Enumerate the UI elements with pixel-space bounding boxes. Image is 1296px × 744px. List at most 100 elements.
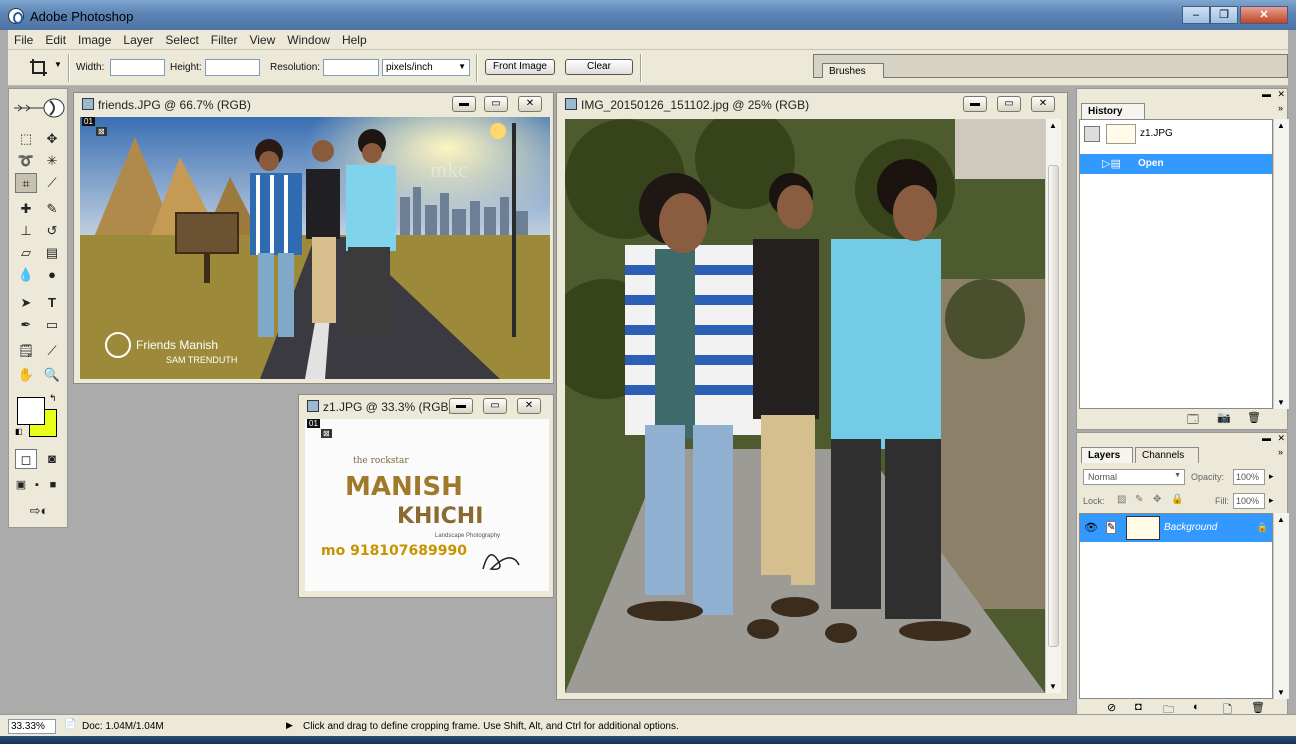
menu-edit[interactable]: Edit <box>39 30 72 47</box>
doc-maximize-button[interactable]: ▭ <box>484 96 508 112</box>
dodge-tool-icon[interactable]: ● <box>41 265 63 285</box>
opacity-input[interactable]: 100% <box>1233 469 1265 485</box>
swap-colors-icon[interactable]: ↰ <box>49 393 57 404</box>
tool-preset-dropdown-icon[interactable]: ▼ <box>54 60 62 69</box>
zoom-tool-icon[interactable]: 🔍 <box>41 365 63 385</box>
delete-state-icon[interactable]: 🗑 <box>1247 411 1261 424</box>
link-layers-icon[interactable]: ⊘ <box>1107 701 1116 714</box>
close-button[interactable]: ✕ <box>1240 6 1288 24</box>
layers-scrollbar[interactable]: ▲ ▼ <box>1273 513 1289 699</box>
doc-close-button[interactable]: ✕ <box>517 398 541 414</box>
menu-filter[interactable]: Filter <box>205 30 244 47</box>
marquee-tool-icon[interactable]: ⬚ <box>15 129 37 149</box>
doc-maximize-button[interactable]: ▭ <box>483 398 507 414</box>
new-adjustment-layer-icon[interactable]: ◐ <box>1193 701 1200 713</box>
fill-slider-icon[interactable]: ▸ <box>1269 495 1274 506</box>
doc-minimize-button[interactable]: ▬ <box>963 96 987 112</box>
scroll-up-icon[interactable]: ▲ <box>1049 121 1057 130</box>
notes-tool-icon[interactable]: 🗒 <box>15 341 37 361</box>
panel-minimize-icon[interactable]: ▬ <box>1262 433 1271 443</box>
shape-tool-icon[interactable]: ▭ <box>41 315 63 335</box>
full-screen-mode-icon[interactable]: ■ <box>45 475 61 495</box>
new-snapshot-icon[interactable]: 📷 <box>1217 411 1231 424</box>
history-scrollbar[interactable]: ▲ ▼ <box>1273 119 1289 409</box>
lock-position-icon[interactable]: ✥ <box>1153 494 1161 505</box>
feather-logo-icon[interactable] <box>12 97 66 119</box>
scroll-down-icon[interactable]: ▼ <box>1277 688 1285 697</box>
path-selection-tool-icon[interactable]: ➤ <box>15 293 37 313</box>
history-tab[interactable]: History <box>1081 103 1145 119</box>
fill-input[interactable]: 100% <box>1233 493 1265 509</box>
standard-mode-icon[interactable]: ◻ <box>15 449 37 469</box>
delete-layer-icon[interactable]: 🗑 <box>1251 701 1265 714</box>
document-info-icon[interactable]: 📄 <box>64 719 76 730</box>
vertical-scrollbar[interactable]: ▲ ▼ <box>1045 119 1061 693</box>
gradient-tool-icon[interactable]: ▤ <box>41 243 63 263</box>
crop-tool-preset-icon[interactable] <box>28 57 50 79</box>
width-input[interactable] <box>110 59 165 76</box>
panel-minimize-icon[interactable]: ▬ <box>1262 89 1271 99</box>
menu-layer[interactable]: Layer <box>117 30 159 47</box>
photo-image[interactable] <box>565 119 1045 693</box>
menu-view[interactable]: View <box>243 30 281 47</box>
pen-tool-icon[interactable]: ✒ <box>15 315 37 335</box>
doc-minimize-button[interactable]: ▬ <box>452 96 476 112</box>
restore-button[interactable]: ❐ <box>1210 6 1238 24</box>
panel-menu-icon[interactable]: » <box>1278 447 1283 457</box>
opacity-slider-icon[interactable]: ▸ <box>1269 471 1274 482</box>
panel-menu-icon[interactable]: » <box>1278 103 1283 113</box>
clear-button[interactable]: Clear <box>565 59 633 75</box>
scroll-thumb[interactable] <box>1048 165 1059 647</box>
menu-image[interactable]: Image <box>72 30 117 47</box>
eraser-tool-icon[interactable]: ▱ <box>15 243 37 263</box>
zoom-level-field[interactable]: 33.33% <box>8 719 56 734</box>
quick-mask-mode-icon[interactable]: ◙ <box>41 449 63 469</box>
history-item-open[interactable]: ▷▤ Open <box>1080 154 1272 174</box>
jump-to-imageready-icon[interactable]: ⇨◐ <box>15 501 63 521</box>
standard-screen-mode-icon[interactable]: ▣ <box>13 475 29 495</box>
scroll-down-icon[interactable]: ▼ <box>1049 682 1057 691</box>
lock-all-icon[interactable]: 🔒 <box>1171 494 1183 505</box>
height-input[interactable] <box>205 59 260 76</box>
panel-close-icon[interactable]: ✕ <box>1277 433 1285 444</box>
type-tool-icon[interactable]: T <box>41 293 63 313</box>
friends-image[interactable]: mkc Friends Manish SAM TRENDUTH <box>80 117 550 379</box>
lock-transparency-icon[interactable]: ▨ <box>1117 494 1126 505</box>
doc-close-button[interactable]: ✕ <box>518 96 542 112</box>
doc-maximize-button[interactable]: ▭ <box>997 96 1021 112</box>
snapshot-label[interactable]: z1.JPG <box>1140 128 1173 139</box>
lasso-tool-icon[interactable]: ➰ <box>15 151 37 171</box>
add-layer-mask-icon[interactable]: ◘ <box>1135 701 1142 713</box>
menu-select[interactable]: Select <box>159 30 204 47</box>
new-document-from-state-icon[interactable]: 🗔 <box>1187 411 1199 430</box>
hand-tool-icon[interactable]: ✋ <box>15 365 37 385</box>
clone-stamp-tool-icon[interactable]: ⊥ <box>15 221 37 241</box>
status-menu-arrow-icon[interactable]: ▶ <box>286 720 293 731</box>
blur-tool-icon[interactable]: 💧 <box>15 265 37 285</box>
layer-visibility-eye-icon[interactable]: 👁 <box>1084 521 1098 534</box>
menu-help[interactable]: Help <box>336 30 373 47</box>
scroll-up-icon[interactable]: ▲ <box>1277 515 1285 524</box>
lock-image-icon[interactable]: ✎ <box>1135 494 1143 505</box>
menu-window[interactable]: Window <box>281 30 336 47</box>
doc-minimize-button[interactable]: ▬ <box>449 398 473 414</box>
scroll-down-icon[interactable]: ▼ <box>1277 398 1285 407</box>
eyedropper-tool-icon[interactable]: ⟋ <box>41 341 63 361</box>
resolution-input[interactable] <box>323 59 379 76</box>
menu-file[interactable]: File <box>8 30 39 47</box>
history-brush-source-icon[interactable] <box>1084 126 1100 142</box>
resolution-unit-select[interactable]: pixels/inch ▼ <box>382 59 470 76</box>
brushes-tab[interactable]: Brushes <box>822 63 884 78</box>
layer-row-background[interactable]: 👁 ✎ Background 🔒 <box>1080 514 1272 542</box>
brush-tool-icon[interactable]: ✎ <box>41 199 63 219</box>
doc-close-button[interactable]: ✕ <box>1031 96 1055 112</box>
crop-tool-icon[interactable]: ⌗ <box>15 173 37 193</box>
foreground-color-swatch[interactable] <box>17 397 45 425</box>
slice-tool-icon[interactable]: ⟋ <box>41 173 63 193</box>
layers-tab[interactable]: Layers <box>1081 447 1133 463</box>
z1-logo-image[interactable]: the rockstar MANISH KHICHI Landscape Pho… <box>305 419 549 591</box>
channels-tab[interactable]: Channels <box>1135 447 1199 463</box>
full-screen-menu-mode-icon[interactable]: ▪ <box>29 475 45 495</box>
healing-brush-tool-icon[interactable]: ✚ <box>15 199 37 219</box>
document-size-info[interactable]: Doc: 1.04M/1.04M <box>82 721 164 732</box>
